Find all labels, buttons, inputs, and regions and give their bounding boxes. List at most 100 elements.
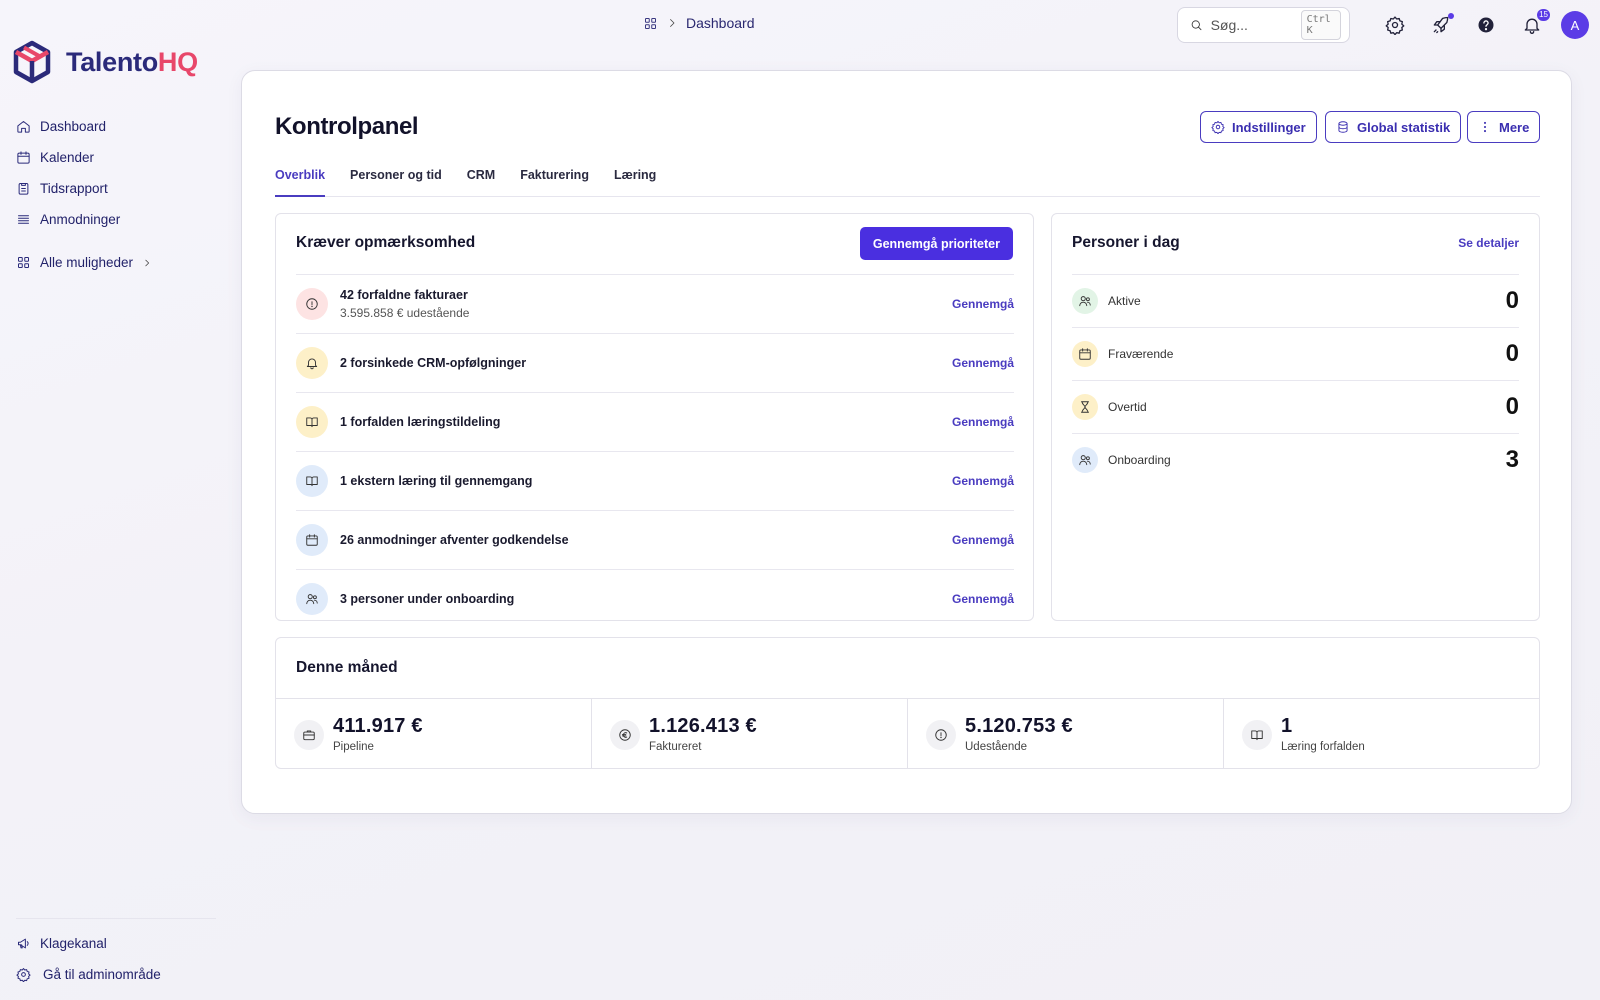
attention-list: 42 forfaldne fakturaer 3.595.858 € udest… xyxy=(296,274,1014,628)
review-link[interactable]: Gennemgå xyxy=(952,356,1014,370)
main-panel: Kontrolpanel Indstillinger Global statis… xyxy=(241,70,1572,814)
list-item: 1 forfalden læringstildeling Gennemgå xyxy=(296,392,1014,451)
search-box[interactable]: Ctrl K xyxy=(1177,7,1350,43)
this-month-title: Denne måned xyxy=(296,659,398,676)
stat-value: 5.120.753 € xyxy=(965,715,1073,737)
brand-name-part1: Talento xyxy=(66,46,158,77)
list-item: 3 personer under onboarding Gennemgå xyxy=(296,569,1014,628)
stat-label: Faktureret xyxy=(649,741,702,753)
list-item: 26 anmodninger afventer godkendelse Genn… xyxy=(296,510,1014,569)
sidebar-item-calendar[interactable]: Kalender xyxy=(16,142,152,173)
list-item: Overtid 0 xyxy=(1072,380,1519,433)
tab-people-and-time[interactable]: Personer og tid xyxy=(350,159,442,197)
database-icon xyxy=(1336,120,1350,134)
review-link[interactable]: Gennemgå xyxy=(952,415,1014,429)
item-title: 1 ekstern læring til gennemgang xyxy=(340,474,533,488)
button-label: Global statistik xyxy=(1357,119,1451,135)
users-icon xyxy=(296,583,328,615)
avatar[interactable]: A xyxy=(1561,11,1589,39)
hourglass-icon xyxy=(1072,394,1098,420)
people-today-card: Personer i dag Se detaljer Aktive 0 Frav… xyxy=(1051,213,1540,621)
gear-icon xyxy=(1211,120,1225,134)
stat-invoiced: 1.126.413 € Faktureret xyxy=(592,699,908,769)
sidebar-item-timesheet[interactable]: Tidsrapport xyxy=(16,173,152,204)
tab-overview[interactable]: Overblik xyxy=(275,159,326,197)
list-icon xyxy=(16,212,31,227)
settings-button[interactable] xyxy=(1384,14,1406,36)
item-title: 2 forsinkede CRM-opfølgninger xyxy=(340,356,527,370)
sidebar-item-label: Anmodninger xyxy=(40,212,121,227)
sidebar-item-label: Kalender xyxy=(40,150,95,165)
help-button[interactable] xyxy=(1475,14,1497,36)
brand-name-part2: HQ xyxy=(157,46,198,77)
review-link[interactable]: Gennemgå xyxy=(952,474,1014,488)
sidebar-item-label: Tidsrapport xyxy=(40,181,108,196)
item-title: 1 forfalden læringstildeling xyxy=(340,415,501,429)
stat-label: Overtid xyxy=(1108,400,1147,414)
megaphone-icon xyxy=(16,936,31,951)
sidebar-item-requests[interactable]: Anmodninger xyxy=(16,204,152,235)
review-link[interactable]: Gennemgå xyxy=(952,592,1014,606)
people-stats-list: Aktive 0 Fraværende 0 Overtid 0 Onboardi… xyxy=(1072,274,1519,486)
review-priorities-button[interactable]: Gennemgå prioriteter xyxy=(859,227,1013,260)
euro-icon xyxy=(610,720,640,750)
stat-value: 0 xyxy=(1505,287,1519,314)
sidebar-item-label: Dashboard xyxy=(40,119,107,134)
global-stats-button[interactable]: Global statistik xyxy=(1325,111,1462,143)
home-icon xyxy=(16,119,31,134)
chevron-right-icon xyxy=(666,17,678,29)
book-icon xyxy=(1242,720,1272,750)
rocket-status-dot xyxy=(1448,13,1454,19)
review-link[interactable]: Gennemgå xyxy=(952,297,1014,311)
people-today-title: Personer i dag xyxy=(1072,234,1180,251)
help-icon xyxy=(1476,15,1496,35)
list-item: 2 forsinkede CRM-opfølgninger Gennemgå xyxy=(296,333,1014,392)
list-item: Fraværende 0 xyxy=(1072,327,1519,380)
stat-label: Læring forfalden xyxy=(1281,741,1365,753)
breadcrumb[interactable]: Dashboard xyxy=(643,15,755,31)
calendar-icon xyxy=(296,524,328,556)
rocket-button[interactable] xyxy=(1430,13,1454,36)
review-link[interactable]: Gennemgå xyxy=(952,533,1014,547)
more-button[interactable]: Mere xyxy=(1467,111,1541,143)
gear-icon xyxy=(16,967,31,982)
see-details-link[interactable]: Se detaljer xyxy=(1458,236,1519,250)
notifications-button[interactable]: 15 xyxy=(1521,9,1550,36)
page-title: Kontrolpanel xyxy=(275,113,419,140)
brand-logo[interactable]: TalentoHQ xyxy=(12,40,198,84)
sidebar-item-complaints[interactable]: Klagekanal xyxy=(16,928,161,959)
stat-label: Pipeline xyxy=(333,741,374,753)
sidebar-item-all-options[interactable]: Alle muligheder xyxy=(16,247,152,278)
list-item: Onboarding 3 xyxy=(1072,433,1519,486)
sidebar-bottom-nav: Klagekanal Gå til adminområde xyxy=(16,928,161,990)
sidebar-item-admin[interactable]: Gå til adminområde xyxy=(16,959,161,990)
search-icon xyxy=(1190,17,1203,33)
tab-learning[interactable]: Læring xyxy=(614,159,656,197)
item-title: 3 personer under onboarding xyxy=(340,592,515,606)
item-title: 26 anmodninger afventer godkendelse xyxy=(340,533,569,547)
search-input[interactable] xyxy=(1210,17,1293,33)
sidebar-item-dashboard[interactable]: Dashboard xyxy=(16,111,152,142)
breadcrumb-current[interactable]: Dashboard xyxy=(686,15,755,31)
apps-grid-icon xyxy=(16,255,31,270)
brand-name: TalentoHQ xyxy=(66,47,198,78)
book-icon xyxy=(296,406,328,438)
button-label: Indstillinger xyxy=(1232,119,1306,135)
tab-invoicing[interactable]: Fakturering xyxy=(520,159,589,197)
settings-header-button[interactable]: Indstillinger xyxy=(1200,111,1317,143)
stat-value: 411.917 € xyxy=(333,715,423,737)
top-bar: Dashboard Ctrl K 15 A xyxy=(0,0,1600,50)
sidebar-divider xyxy=(16,918,216,919)
sidebar-nav: Dashboard Kalender Tidsrapport Anmodning… xyxy=(16,111,152,278)
tab-crm[interactable]: CRM xyxy=(467,159,495,197)
calendar-icon xyxy=(16,150,31,165)
calendar-icon xyxy=(1072,341,1098,367)
users-icon xyxy=(1072,288,1098,314)
clipboard-icon xyxy=(16,181,31,196)
alert-circle-icon xyxy=(296,288,328,320)
search-shortcut: Ctrl K xyxy=(1300,10,1341,40)
sidebar-item-label: Alle muligheder xyxy=(40,255,134,270)
stat-value: 0 xyxy=(1505,340,1519,367)
tab-bar: Overblik Personer og tid CRM Fakturering… xyxy=(275,159,1540,197)
stat-value: 0 xyxy=(1505,393,1519,420)
